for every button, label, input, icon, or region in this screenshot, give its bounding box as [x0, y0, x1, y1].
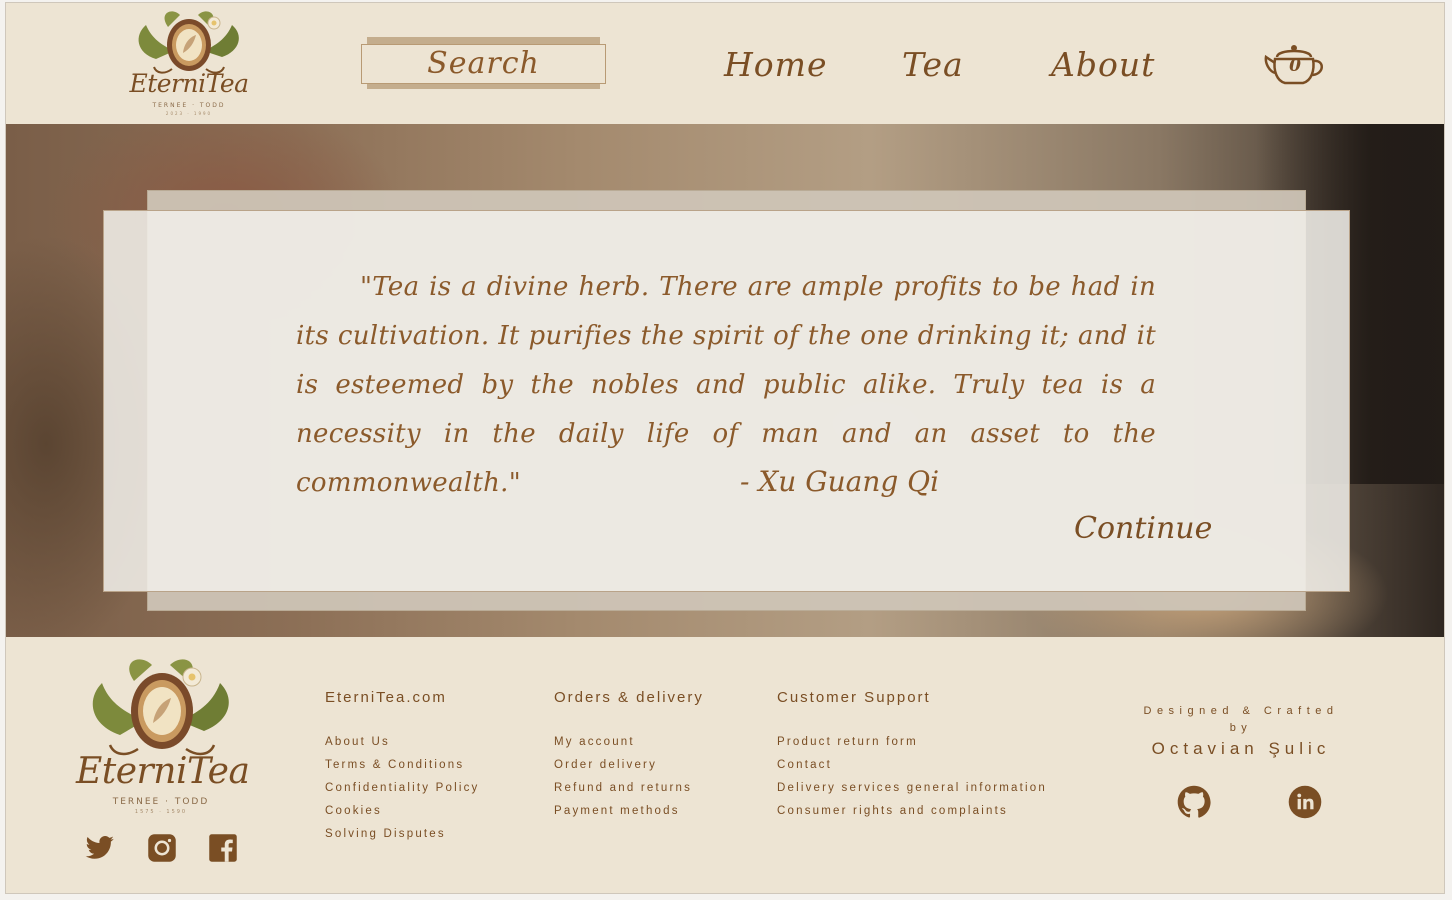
credits-author: Octavian Şulic — [1151, 739, 1331, 758]
instagram-icon — [148, 834, 176, 862]
logo-subtitle: TERNEE · TODD — [152, 102, 226, 109]
facebook-icon — [209, 834, 237, 862]
header-logo[interactable]: EterniTea TERNEE · TODD 2023 · 1990 — [128, 7, 250, 119]
cart-button[interactable]: 0 — [1263, 41, 1327, 87]
header: EterniTea TERNEE · TODD 2023 · 1990 Sear… — [6, 3, 1444, 124]
footer-logo-subtitle: TERNEE · TODD — [112, 797, 210, 807]
tea-emblem-icon — [138, 11, 239, 74]
search-label: Search — [361, 44, 606, 84]
footer-link-terms[interactable]: Terms & Conditions — [325, 754, 480, 777]
linkedin-icon — [1288, 785, 1322, 819]
footer: EterniTea TERNEE · TODD 1575 · 1590 Eter… — [6, 637, 1444, 893]
facebook-link[interactable] — [208, 833, 238, 863]
continue-button[interactable]: Continue — [1074, 511, 1212, 546]
footer-link-confidentiality[interactable]: Confidentiality Policy — [325, 777, 480, 800]
instagram-link[interactable] — [147, 833, 177, 863]
linkedin-link[interactable] — [1288, 785, 1322, 819]
twitter-icon — [85, 836, 114, 859]
footer-link-contact[interactable]: Contact — [777, 754, 1047, 777]
footer-column-title: EterniTea.com — [325, 689, 447, 706]
tea-emblem-icon — [92, 659, 229, 756]
footer-column-title: Customer Support — [777, 689, 931, 706]
cart-count: 0 — [1289, 56, 1301, 76]
credits: Designed & Crafted by Octavian Şulic — [1136, 703, 1346, 759]
credits-line2: by — [1229, 722, 1253, 734]
footer-link-refund[interactable]: Refund and returns — [554, 777, 704, 800]
twitter-link[interactable] — [85, 833, 115, 863]
footer-logo-year: 1575 · 1590 — [134, 809, 188, 815]
footer-column-orders: Orders & delivery My account Order deliv… — [554, 689, 704, 823]
quote-text: "Tea is a divine herb. There are ample p… — [296, 272, 1156, 498]
logo-brand-text: EterniTea — [129, 69, 249, 98]
footer-link-payment[interactable]: Payment methods — [554, 800, 704, 823]
footer-logo-brand-text: EterniTea — [76, 751, 250, 792]
hero-section: "Tea is a divine herb. There are ample p… — [6, 124, 1444, 637]
credits-line1: Designed & Crafted — [1143, 705, 1339, 717]
footer-column-title: Orders & delivery — [554, 689, 704, 706]
footer-link-consumer-rights[interactable]: Consumer rights and complaints — [777, 800, 1047, 823]
github-link[interactable] — [1177, 785, 1211, 819]
footer-logo[interactable]: EterniTea TERNEE · TODD 1575 · 1590 — [76, 655, 250, 815]
footer-link-delivery-info[interactable]: Delivery services general information — [777, 777, 1047, 800]
footer-link-my-account[interactable]: My account — [554, 731, 704, 754]
page: EterniTea TERNEE · TODD 2023 · 1990 Sear… — [5, 2, 1445, 894]
nav-home[interactable]: Home — [724, 45, 827, 84]
footer-column-support: Customer Support Product return form Con… — [777, 689, 1047, 823]
footer-link-disputes[interactable]: Solving Disputes — [325, 823, 480, 846]
github-icon — [1177, 785, 1211, 818]
search-button[interactable]: Search — [361, 37, 607, 89]
nav-about[interactable]: About — [1051, 45, 1155, 84]
quote-author: - Xu Guang Qi — [740, 465, 940, 498]
footer-link-return-form[interactable]: Product return form — [777, 731, 1047, 754]
quote-card: "Tea is a divine herb. There are ample p… — [103, 210, 1350, 592]
footer-link-order-delivery[interactable]: Order delivery — [554, 754, 704, 777]
footer-link-cookies[interactable]: Cookies — [325, 800, 480, 823]
nav-tea[interactable]: Tea — [902, 45, 964, 84]
footer-column-eternitea: EterniTea.com About Us Terms & Condition… — [325, 689, 480, 846]
logo-year: 2023 · 1990 — [165, 111, 213, 116]
footer-link-about-us[interactable]: About Us — [325, 731, 480, 754]
